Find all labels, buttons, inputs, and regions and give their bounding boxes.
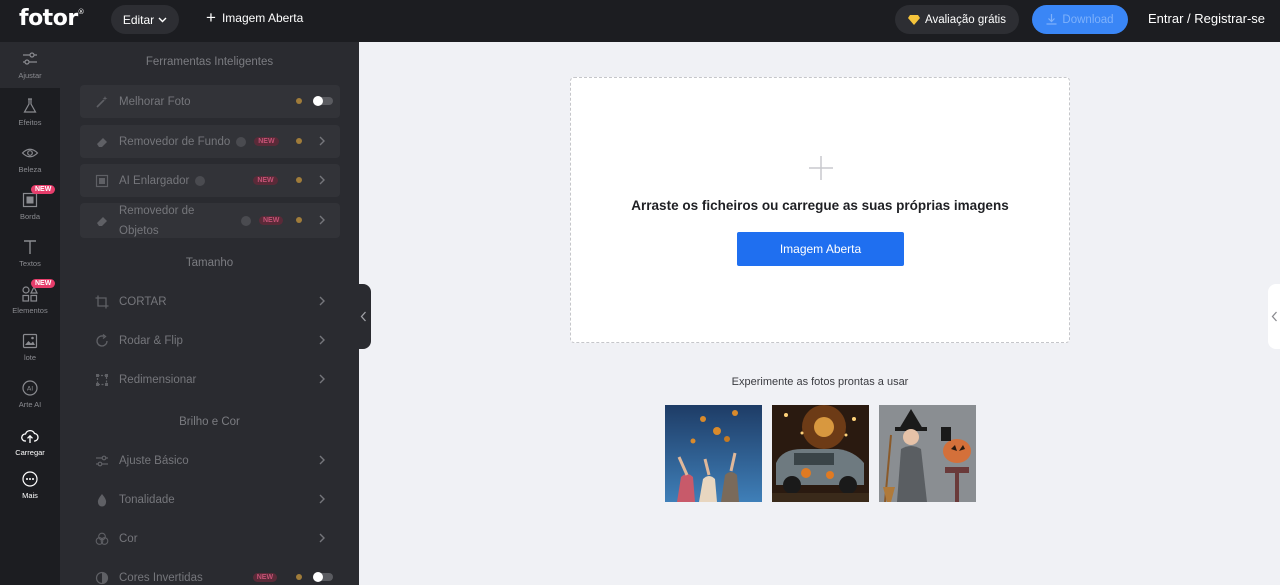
chevron-right-icon [319, 215, 325, 225]
new-badge: NEW [252, 573, 278, 582]
svg-text:AI: AI [27, 385, 33, 393]
chevron-right-icon [319, 455, 325, 465]
open-image-top-button[interactable]: + Imagem Aberta [206, 8, 303, 27]
right-panel-handle[interactable] [1268, 284, 1280, 349]
eraser-icon [97, 216, 107, 226]
magic-wand-icon [96, 95, 108, 108]
sliders-icon [23, 52, 37, 65]
tool-rotate-flip[interactable]: Rodar & Flip [80, 324, 340, 357]
help-icon[interactable] [241, 215, 251, 226]
ai-icon: AI [22, 380, 38, 396]
status-dot [296, 98, 302, 104]
plus-icon: + [206, 8, 216, 27]
top-bar: fotor® Editar + Imagem Aberta Avaliação … [0, 0, 1280, 42]
invert-toggle[interactable] [313, 572, 333, 582]
chevron-right-icon [319, 374, 325, 384]
rail-item-text[interactable]: Textos [0, 230, 60, 276]
diamond-icon [908, 14, 920, 25]
image-drop-zone[interactable]: Arraste os ficheiros ou carregue as suas… [570, 77, 1070, 343]
fotor-logo[interactable]: fotor® [19, 6, 85, 31]
rail-item-frame[interactable]: Borda NEW [0, 183, 60, 229]
chevron-down-icon [158, 17, 167, 22]
section-title-smart-tools: Ferramentas Inteligentes [145, 56, 274, 68]
help-icon[interactable] [236, 136, 247, 147]
cloud-upload-icon [21, 429, 39, 443]
text-icon [24, 240, 36, 254]
tool-category-rail: Ajustar Efeitos Beleza Borda NEW Textos … [0, 42, 60, 585]
flask-icon [23, 98, 37, 113]
tool-resize[interactable]: Redimensionar [80, 363, 340, 396]
rail-item-effects[interactable]: Efeitos [0, 89, 60, 135]
download-button[interactable]: Download [1032, 5, 1128, 34]
tool-basic-adjust[interactable]: Ajuste Básico [80, 444, 340, 477]
new-badge: NEW [253, 176, 278, 185]
download-icon [1046, 14, 1057, 25]
status-dot [296, 177, 302, 183]
color-circles-icon [95, 532, 109, 545]
chevron-left-icon [360, 311, 366, 322]
tool-color[interactable]: Cor [80, 522, 340, 555]
sample-photo-3[interactable] [879, 405, 976, 502]
invert-icon [95, 571, 109, 584]
section-title-brightness-color: Brilho e Cor [179, 416, 240, 428]
tool-invert-colors[interactable]: Cores Invertidas NEW [80, 561, 340, 585]
sample-photos-title: Experimente as fotos prontas a usar [731, 376, 909, 388]
chevron-left-icon [1271, 311, 1277, 322]
eraser-icon [97, 137, 107, 147]
chevron-right-icon [319, 494, 325, 504]
tool-panel: Ferramentas Inteligentes Melhorar Foto R… [60, 42, 359, 585]
open-image-button[interactable]: Imagem Aberta [737, 232, 904, 266]
sample-photo-2-image [772, 405, 869, 502]
new-badge: NEW [31, 279, 56, 288]
tool-background-remover[interactable]: Removedor de Fundo NEW [80, 125, 340, 158]
chevron-right-icon [319, 136, 325, 146]
rail-item-upload[interactable]: Carregar [0, 419, 60, 465]
drop-instructions: Arraste os ficheiros ou carregue as suas… [631, 198, 1009, 213]
status-dot [296, 138, 302, 144]
rail-item-elements[interactable]: Elementos NEW [0, 277, 60, 323]
rail-item-batch[interactable]: lote [0, 324, 60, 370]
chevron-right-icon [319, 296, 325, 306]
rail-item-ai-art[interactable]: AI Arte AI [0, 371, 60, 417]
new-badge: NEW [259, 216, 284, 225]
sample-photo-1[interactable] [665, 405, 762, 502]
sample-photo-3-image [879, 405, 976, 502]
plus-icon [809, 156, 833, 180]
panel-collapse-handle[interactable] [356, 284, 371, 349]
more-icon [22, 471, 38, 487]
crop-icon [95, 295, 109, 308]
rail-item-beauty[interactable]: Beleza [0, 136, 60, 182]
tool-enhance-photo[interactable]: Melhorar Foto [80, 85, 340, 118]
enlarge-icon [95, 174, 109, 187]
tool-object-remover[interactable]: Removedor de Objetos NEW [80, 203, 340, 238]
chevron-right-icon [319, 175, 325, 185]
new-badge: NEW [31, 185, 56, 194]
chevron-right-icon [319, 335, 325, 345]
tool-ai-enlarger[interactable]: AI Enlargador NEW [80, 164, 340, 197]
help-icon[interactable] [195, 175, 206, 186]
sample-photo-2[interactable] [772, 405, 869, 502]
eye-icon [21, 148, 39, 158]
status-dot [296, 217, 302, 223]
rotate-icon [96, 333, 108, 347]
drop-icon [97, 493, 107, 506]
new-badge: NEW [254, 137, 279, 146]
rail-item-adjust[interactable]: Ajustar [0, 42, 60, 88]
section-title-size: Tamanho [185, 257, 234, 269]
batch-icon [22, 333, 38, 349]
resize-icon [96, 373, 108, 386]
tool-tone[interactable]: Tonalidade [80, 483, 340, 516]
sliders-icon [96, 455, 108, 466]
sample-photo-1-image [665, 405, 762, 502]
login-register-link[interactable]: Entrar / Registrar-se [1148, 11, 1265, 26]
status-dot [296, 574, 302, 580]
edit-dropdown-button[interactable]: Editar [111, 5, 179, 34]
chevron-right-icon [319, 533, 325, 543]
rail-item-more[interactable]: Mais [0, 462, 60, 508]
tool-crop[interactable]: CORTAR [80, 285, 340, 318]
free-trial-button[interactable]: Avaliação grátis [895, 5, 1019, 34]
enhance-toggle[interactable] [313, 96, 333, 106]
